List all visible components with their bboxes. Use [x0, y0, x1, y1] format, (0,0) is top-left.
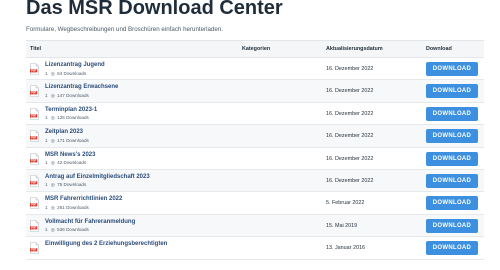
download-button[interactable]: DOWNLOAD — [426, 196, 478, 211]
svg-text:PDF: PDF — [31, 248, 37, 252]
eye-icon: ◎ — [50, 160, 55, 166]
svg-text:PDF: PDF — [31, 225, 37, 229]
pdf-icon: PDF — [30, 130, 39, 142]
file-meta: 1 ◎ 64 Downloads — [45, 71, 86, 77]
page-subtitle: Formulare, Wegbeschreibungen und Broschü… — [26, 26, 223, 33]
update-date: 16. Dezember 2022 — [326, 155, 374, 162]
header-categories[interactable]: Kategorien — [242, 46, 270, 52]
update-date: 16. Dezember 2022 — [326, 110, 374, 117]
download-button[interactable]: DOWNLOAD — [426, 129, 478, 144]
header-updated[interactable]: Aktualisierungsdatum — [326, 46, 383, 52]
file-meta: 1 ◎ 42 Downloads — [45, 160, 86, 166]
pdf-icon: PDF — [30, 242, 39, 254]
pdf-icon: PDF — [30, 107, 39, 120]
file-meta: 1 ◎ 261 Downloads — [45, 205, 89, 211]
update-date: 16. Dezember 2022 — [326, 133, 374, 140]
table-header: Titel Kategorien Aktualisierungsdatum Do… — [26, 40, 484, 58]
svg-text:PDF: PDF — [31, 113, 37, 117]
download-count: 42 Downloads — [57, 160, 87, 166]
table-row: PDF Antrag auf Einzelmitgliedschaft 2023… — [26, 169, 484, 193]
eye-icon: ◎ — [50, 182, 55, 188]
table-row: PDF Terminplan 2023-1 1 ◎ 125 Downloads … — [26, 103, 484, 126]
file-link[interactable]: Vollmacht für Fahreranmeldung — [45, 219, 135, 225]
svg-text:PDF: PDF — [31, 91, 37, 95]
update-date: 13. Januar 2016 — [326, 245, 365, 252]
pdf-icon: PDF — [30, 197, 39, 210]
download-count: 147 Downloads — [57, 92, 89, 98]
pdf-icon: PDF — [30, 175, 39, 187]
table-row: PDF Vollmacht für Fahreranmeldung 1 ◎ 53… — [26, 214, 484, 238]
file-version: 1 — [45, 70, 48, 76]
download-count: 125 Downloads — [57, 115, 89, 121]
update-date: 16. Dezember 2022 — [326, 88, 374, 95]
file-link[interactable]: Lizenzantrag Jugend — [45, 62, 105, 68]
update-date: 5. Februar 2022 — [326, 200, 365, 207]
svg-text:PDF: PDF — [31, 69, 37, 73]
file-version: 1 — [45, 115, 48, 121]
svg-text:PDF: PDF — [31, 158, 37, 162]
header-download: Download — [426, 45, 452, 52]
table-body: PDF Lizenzantrag Jugend 1 ◎ 64 Downloads… — [26, 58, 484, 260]
file-version: 1 — [45, 227, 48, 233]
table-row: PDF Zeitplan 2023 1 ◎ 171 Downloads 16. … — [26, 125, 484, 148]
svg-text:PDF: PDF — [31, 136, 37, 140]
eye-icon: ◎ — [50, 70, 55, 76]
table-row: PDF MSR Fahrerrichtlinien 2022 1 ◎ 261 D… — [26, 192, 484, 215]
pdf-icon: PDF — [30, 152, 39, 165]
update-date: 15. Mai 2019 — [326, 222, 358, 229]
eye-icon: ◎ — [50, 92, 55, 98]
svg-text:PDF: PDF — [31, 203, 37, 207]
file-link[interactable]: Zeitplan 2023 — [45, 129, 83, 135]
file-version: 1 — [45, 182, 48, 188]
file-link[interactable]: Antrag auf Einzelmitgliedschaft 2023 — [45, 174, 150, 180]
download-count: 171 Downloads — [57, 137, 89, 143]
pdf-icon: PDF — [30, 63, 39, 75]
download-count: 64 Downloads — [57, 70, 87, 76]
table-row: PDF Lizenzantrag Erwachsene 1 ◎ 147 Down… — [26, 80, 484, 103]
header-title[interactable]: Titel — [30, 46, 41, 52]
file-version: 1 — [45, 204, 48, 210]
download-center-page: Das MSR Download Center Formulare, Wegbe… — [0, 0, 500, 264]
file-version: 1 — [45, 160, 48, 166]
file-version: 1 — [45, 92, 48, 98]
file-link[interactable]: MSR News's 2023 — [45, 152, 95, 158]
eye-icon: ◎ — [50, 115, 55, 121]
download-button[interactable]: DOWNLOAD — [426, 151, 478, 166]
download-button[interactable]: DOWNLOAD — [426, 106, 478, 121]
file-meta: 1 ◎ 171 Downloads — [45, 138, 89, 144]
file-version: 1 — [45, 137, 48, 143]
eye-icon: ◎ — [50, 227, 55, 233]
file-link[interactable]: Einwilligung des 2 Erziehungsberechtigte… — [45, 241, 167, 247]
download-count: 261 Downloads — [57, 204, 89, 210]
table-row: PDF Lizenzantrag Jugend 1 ◎ 64 Downloads… — [26, 58, 484, 81]
eye-icon: ◎ — [50, 204, 55, 210]
downloads-table: Titel Kategorien Aktualisierungsdatum Do… — [26, 40, 484, 270]
download-button[interactable]: DOWNLOAD — [426, 241, 478, 256]
download-count: 536 Downloads — [57, 227, 89, 233]
table-row: PDF MSR News's 2023 1 ◎ 42 Downloads 16.… — [26, 148, 484, 170]
download-count: 75 Downloads — [57, 182, 87, 188]
download-button[interactable]: DOWNLOAD — [426, 218, 478, 233]
file-link[interactable]: Terminplan 2023-1 — [45, 107, 97, 113]
file-link[interactable]: Lizenzantrag Erwachsene — [45, 84, 118, 90]
file-link[interactable]: MSR Fahrerrichtlinien 2022 — [45, 196, 122, 202]
pdf-icon: PDF — [30, 219, 39, 232]
download-button[interactable]: DOWNLOAD — [426, 84, 478, 99]
file-meta: 1 ◎ 125 Downloads — [45, 115, 89, 121]
svg-text:PDF: PDF — [31, 181, 37, 185]
file-meta: 1 ◎ 536 Downloads — [45, 227, 89, 233]
file-meta: 1 ◎ 75 Downloads — [45, 182, 86, 188]
pdf-icon: PDF — [30, 85, 39, 98]
update-date: 16. Dezember 2022 — [326, 66, 374, 72]
file-meta: 1 ◎ 147 Downloads — [45, 93, 89, 99]
table-row: PDF Einwilligung des 2 Erziehungsberecht… — [26, 237, 484, 260]
download-button[interactable]: DOWNLOAD — [426, 173, 478, 188]
download-button[interactable]: DOWNLOAD — [426, 62, 478, 76]
update-date: 16. Dezember 2022 — [326, 177, 374, 184]
eye-icon: ◎ — [50, 137, 55, 143]
page-title: Das MSR Download Center — [26, 0, 283, 19]
